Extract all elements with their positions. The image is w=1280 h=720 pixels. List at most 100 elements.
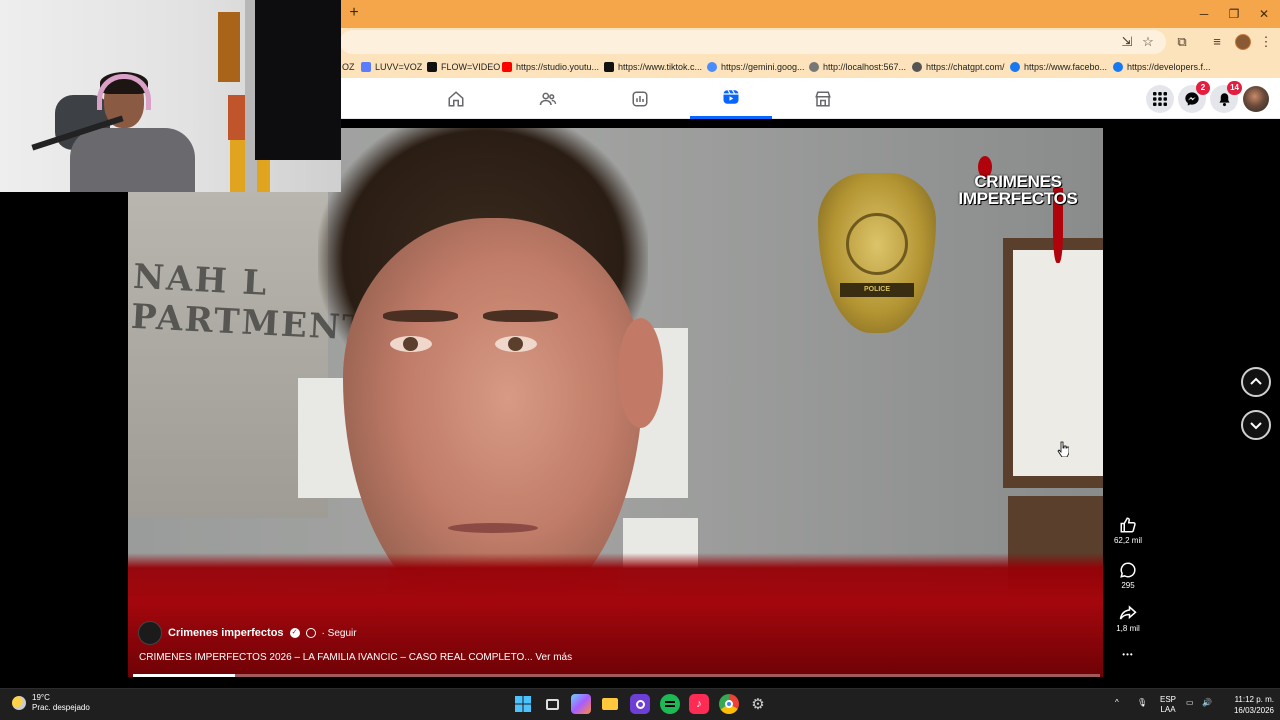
gear-icon: ⚙ [751,696,765,713]
subject-brow [483,310,558,322]
install-app-icon[interactable]: ⇲ [1118,33,1136,51]
messenger-button[interactable]: 2 [1178,81,1210,113]
spotify-app[interactable] [660,694,680,714]
weather-icon [12,696,26,710]
subject-mouth [448,523,538,533]
webcam-person-body [70,128,195,192]
verified-icon: ✓ [289,628,300,638]
feeds-icon [632,91,648,106]
tray-overflow-button[interactable]: ^ [1115,698,1119,708]
menu-button[interactable] [1146,85,1174,113]
account-avatar[interactable] [1243,86,1269,112]
bookmark-item[interactable]: https://studio.youtu... [502,60,599,74]
close-window-button[interactable]: ✕ [1256,6,1272,22]
author-name[interactable]: Crimenes imperfectos [168,627,284,639]
bookmark-item[interactable]: FLOW=VIDEO [427,60,500,74]
tab-feeds[interactable] [599,78,681,119]
chatgpt-icon [912,62,922,72]
network-icon[interactable]: ▭ [1186,698,1194,708]
browser-profile-avatar[interactable] [1235,34,1251,50]
tiktok-icon: ♪ [696,698,702,710]
task-view-button[interactable] [542,694,562,714]
tab-marketplace[interactable] [782,78,864,119]
hand-cursor-icon [1057,441,1069,457]
bookmark-item[interactable]: https://gemini.goog... [707,60,805,74]
home-icon [448,90,464,106]
follow-button[interactable]: · Seguir [322,628,357,639]
previous-reel-button[interactable] [1241,367,1271,397]
messenger-badge: 2 [1196,81,1210,95]
bookmark-item[interactable]: https://chatgpt.com/ [912,60,1005,74]
volume-icon[interactable]: 🔊 [1202,698,1212,708]
video-progress-fill [133,674,235,677]
language-indicator[interactable]: ESP LAA [1157,695,1179,715]
chevron-up-icon [1250,377,1262,385]
more-options-button[interactable]: ••• [1107,650,1149,659]
chevron-down-icon [1250,422,1262,430]
microphone-icon[interactable]: 🎙 [1137,698,1147,708]
marketplace-icon [815,91,831,106]
webcam-overlay [0,0,341,192]
notifications-button[interactable]: 14 [1210,81,1242,113]
reels-icon [723,89,739,104]
share-button[interactable]: 1,8 mil [1107,604,1149,633]
extensions-icon[interactable]: ⧉ [1173,33,1191,51]
comment-button[interactable]: 295 [1107,561,1149,590]
bookmark-star-icon[interactable]: ☆ [1139,33,1157,51]
tab-friends[interactable] [507,78,589,119]
system-clock[interactable]: 11:12 p. m. 16/03/2026 [1222,694,1274,716]
like-button[interactable]: 62,2 mil [1107,516,1149,545]
thumbs-up-icon [1120,517,1136,533]
subject-eye [495,336,537,352]
file-explorer-app[interactable] [600,694,620,714]
reel-caption: CRIMENES IMPERFECTOS 2026 – LA FAMILIA I… [139,652,573,663]
weather-widget[interactable]: 19°C Prac. despejado [12,693,90,713]
globe-icon [305,628,316,638]
minimize-button[interactable]: ─ [1196,6,1212,22]
gear-app[interactable]: ⚙ [748,694,768,714]
webcam-window [255,0,341,160]
author-avatar[interactable] [138,621,162,645]
badge-ribbon: POLICE [840,283,914,297]
share-count: 1,8 mil [1116,624,1140,633]
chrome-app[interactable] [719,694,739,714]
wall-frame [1003,238,1103,488]
tab-reels[interactable] [690,78,772,119]
bookmark-item[interactable]: http://localhost:567... [809,60,906,74]
start-button[interactable] [513,694,533,714]
webcam-poster [218,12,240,82]
reel-author[interactable]: Crimenes imperfectos ✓ · Seguir [138,621,357,645]
bookmark-favicon-icon [427,62,437,72]
chrome-icon [725,700,733,708]
restore-button[interactable]: ❐ [1226,6,1242,22]
next-reel-button[interactable] [1241,410,1271,440]
tab-home[interactable] [415,78,497,119]
bookmark-item[interactable]: LUVV=VOZ [361,60,422,74]
address-bar[interactable] [340,30,1166,54]
windows-logo-icon [515,696,531,712]
video-progress-bar[interactable] [133,674,1100,677]
task-view-icon [545,698,559,710]
browser-menu-icon[interactable]: ⋮ [1257,33,1275,51]
weather-desc: Prac. despejado [32,703,90,712]
screen: + ─ ❐ ✕ ⇲ ☆ ⧉ ≡ ⋮ OZ LUVV=VOZ FLOW=VIDEO… [0,0,1280,720]
subject-ear [618,318,663,428]
globe-icon [809,62,819,72]
see-more-link[interactable]: Ver más [535,652,572,663]
bookmark-item[interactable]: https://www.facebo... [1010,60,1107,74]
weather-temp: 19°C [32,693,50,702]
bookmark-item[interactable]: https://developers.f... [1113,60,1211,74]
comment-count: 295 [1121,581,1135,590]
tiktok-app[interactable]: ♪ [689,694,709,714]
bookmark-item[interactable]: OZ [342,60,355,74]
comment-icon [1120,562,1136,578]
bookmark-item[interactable]: https://www.tiktok.c... [604,60,702,74]
subject-brow [383,310,458,322]
facebook-icon [1113,62,1123,72]
camera-icon [635,699,645,709]
new-tab-button[interactable]: + [346,5,362,21]
copilot-app[interactable] [571,694,591,714]
reel-video[interactable]: NAH L PARTMENT POLICE CRIMENES IMPERFECTO… [128,128,1103,677]
media-control-icon[interactable]: ≡ [1208,33,1226,51]
media-app[interactable] [630,694,650,714]
